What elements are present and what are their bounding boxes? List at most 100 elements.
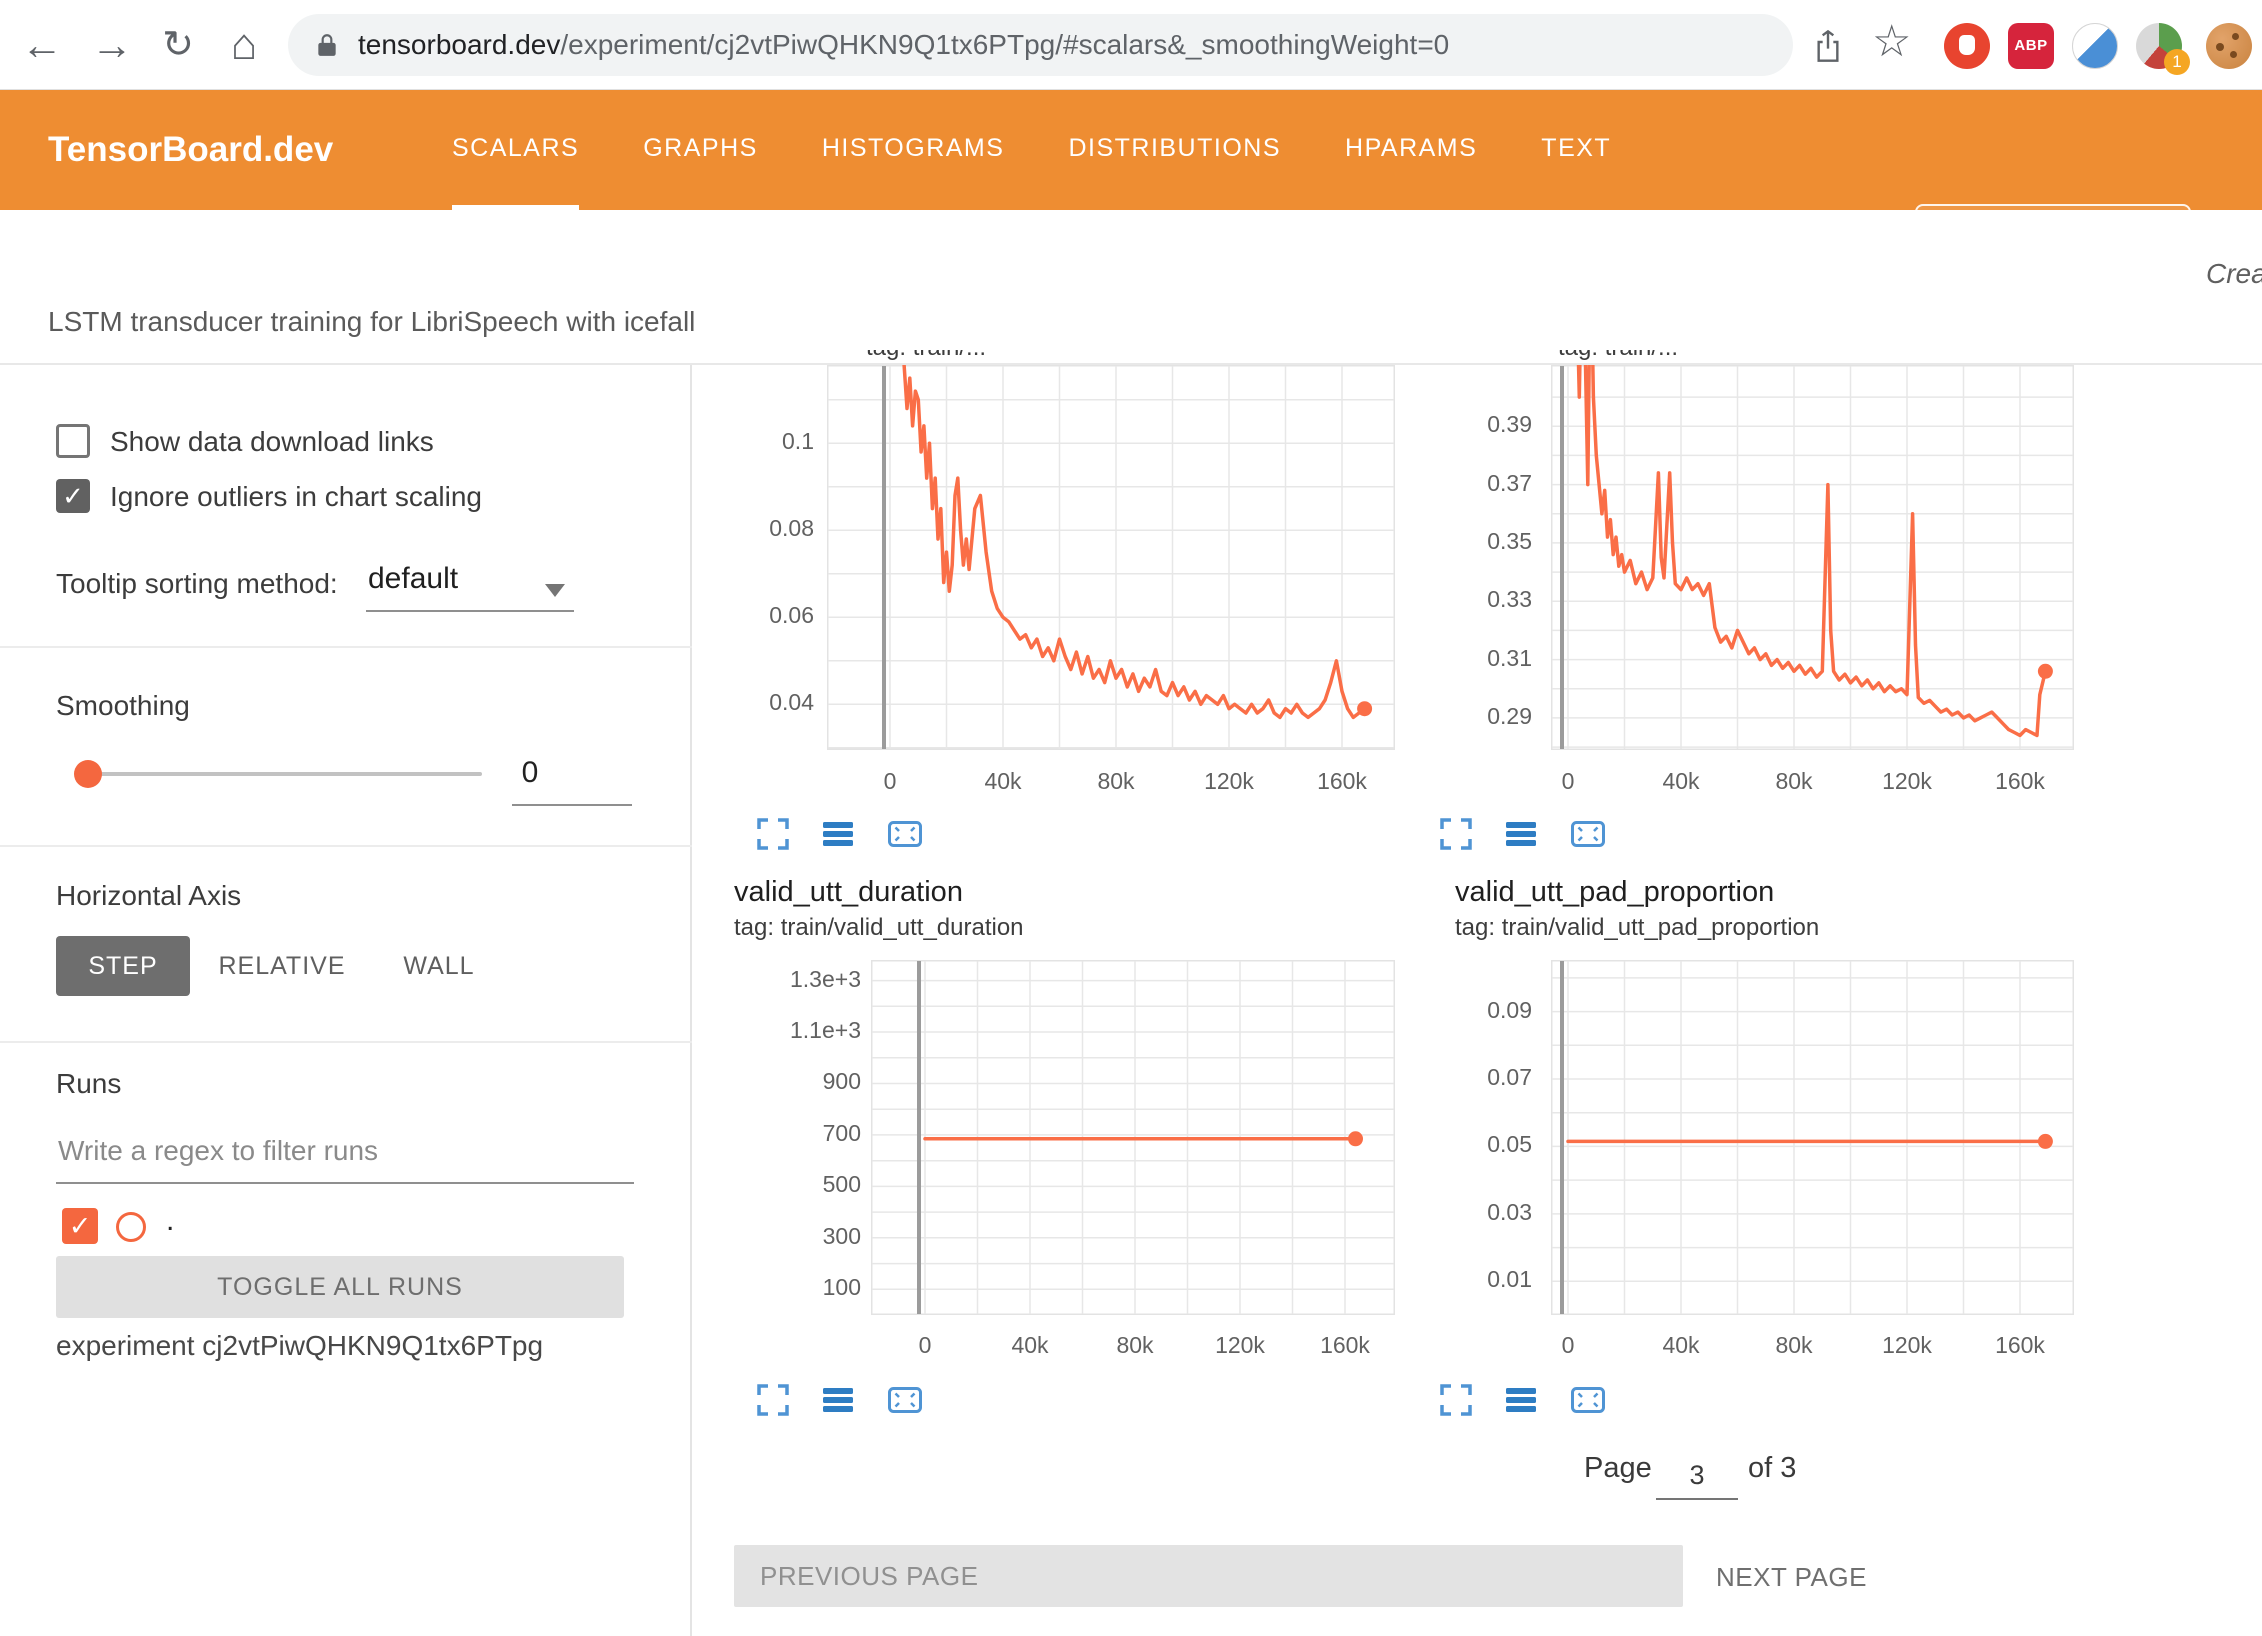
series-end-dot [1348,1131,1363,1146]
chart-title: valid_utt_pad_proportion [1455,876,1774,909]
scalar-chart-plot[interactable] [1551,960,2074,1315]
tab-text[interactable]: TEXT [1541,90,1611,210]
x-tick-label: 80k [1749,768,1839,795]
sidebar-divider [0,1041,692,1043]
forward-button[interactable]: → [84,0,140,90]
x-tick-label: 160k [1300,1332,1390,1359]
expand-chart-icon[interactable] [1438,816,1478,856]
url-bar[interactable]: tensorboard.dev/experiment/cj2vtPiwQHKN9… [288,14,1793,76]
page-number-input[interactable]: 3 [1656,1460,1738,1491]
nav-tabs: SCALARS GRAPHS HISTOGRAMS DISTRIBUTIONS … [452,90,1611,210]
chevron-down-icon[interactable] [545,584,565,597]
x-tick-label: 160k [1975,768,2065,795]
axis-button-relative[interactable]: RELATIVE [202,936,362,996]
toggle-runs-icon[interactable] [1503,816,1543,856]
toggle-runs-icon[interactable] [1503,1382,1543,1422]
y-tick-label: 0.09 [1422,997,1532,1024]
url-domain: tensorboard.dev [358,29,560,61]
run-color-swatch[interactable] [116,1212,146,1242]
tab-distributions[interactable]: DISTRIBUTIONS [1068,90,1281,210]
fit-domain-icon[interactable] [886,1382,926,1422]
y-tick-label: 0.04 [704,689,814,716]
fit-domain-icon[interactable] [1569,816,1609,856]
y-tick-label: 0.39 [1422,411,1532,438]
share-icon[interactable] [1812,28,1844,69]
x-tick-label: 120k [1195,1332,1285,1359]
x-tick-label: 120k [1862,768,1952,795]
tab-scalars[interactable]: SCALARS [452,90,579,210]
y-tick-label: 0.01 [1422,1266,1532,1293]
tooltip-sorting-label: Tooltip sorting method: [56,568,338,600]
hand-icon [1959,35,1975,55]
y-tick-label: 300 [751,1223,861,1250]
sidebar-divider [0,646,692,648]
fit-domain-icon[interactable] [1569,1382,1609,1422]
x-tick-label: 160k [1297,768,1387,795]
chart-tag: tag: train/valid_utt_duration [734,914,1024,942]
expand-chart-icon[interactable] [1438,1382,1478,1422]
scalar-chart-plot[interactable] [1551,365,2074,750]
back-button[interactable]: ← [14,0,70,90]
clipped-chart-tag: tag: train/... [866,350,1206,363]
series-end-dot [2038,1134,2053,1149]
tab-graphs[interactable]: GRAPHS [643,90,758,210]
x-tick-label: 80k [1749,1332,1839,1359]
x-tick-label: 0 [845,768,935,795]
cookie-chip [2216,43,2224,51]
x-tick-label: 40k [985,1332,1075,1359]
cookie-chip [2230,51,2237,58]
scalar-chart-plot[interactable] [871,960,1395,1315]
smoothing-slider-track[interactable] [78,772,482,776]
y-tick-label: 1.3e+3 [751,966,861,993]
notification-badge: 1 [2164,49,2190,75]
adblock-extension-icon[interactable] [1944,23,1990,69]
cookie-chip [2232,33,2239,40]
home-button[interactable]: ⌂ [216,0,272,90]
y-tick-label: 0.08 [704,515,814,542]
runs-filter-input[interactable] [56,1128,630,1174]
browser-toolbar: ← → ↻ ⌂ tensorboard.dev/experiment/cj2vt… [0,0,2262,90]
tooltip-sorting-select[interactable]: default [368,562,458,596]
app-brand[interactable]: TensorBoard.dev [48,90,333,210]
experiment-description: LSTM transducer training for LibriSpeech… [48,306,695,338]
bookmark-star-icon[interactable]: ☆ [1872,16,1911,67]
series-end-dot [2038,664,2053,679]
axis-button-wall[interactable]: WALL [384,936,494,996]
y-tick-label: 500 [751,1171,861,1198]
extension-icon-blue[interactable] [2072,23,2118,69]
y-tick-label: 0.06 [704,602,814,629]
reload-button[interactable]: ↻ [150,0,206,90]
tab-histograms[interactable]: HISTOGRAMS [822,90,1005,210]
lock-icon [314,32,340,58]
fit-domain-icon[interactable] [886,816,926,856]
cookie-icon[interactable] [2206,23,2252,69]
horizontal-axis-label: Horizontal Axis [56,880,241,912]
tab-hparams[interactable]: HPARAMS [1345,90,1477,210]
extension-icon-pie[interactable]: 1 [2136,23,2182,69]
send-feedback-button[interactable]: SEND FEEDBACK [1915,204,2191,270]
expand-chart-icon[interactable] [755,816,795,856]
previous-page-button[interactable]: PREVIOUS PAGE [734,1545,1683,1607]
show-download-checkbox[interactable] [56,424,90,458]
axis-button-step[interactable]: STEP [56,936,190,996]
run-checkbox[interactable]: ✓ [62,1208,98,1244]
x-tick-label: 160k [1975,1332,2065,1359]
toggle-all-runs-button[interactable]: TOGGLE ALL RUNS [56,1256,624,1318]
toggle-runs-icon[interactable] [820,816,860,856]
next-page-button[interactable]: NEXT PAGE [1716,1562,1867,1593]
expand-chart-icon[interactable] [755,1382,795,1422]
y-tick-label: 0.05 [1422,1131,1532,1158]
y-tick-label: 0.03 [1422,1199,1532,1226]
smoothing-value-input[interactable]: 0 [500,756,560,790]
x-tick-label: 80k [1071,768,1161,795]
ignore-outliers-checkbox[interactable]: ✓ [56,479,90,513]
abp-extension-icon[interactable]: ABP [2008,23,2054,69]
y-tick-label: 0.1 [704,428,814,455]
toggle-runs-icon[interactable] [820,1382,860,1422]
smoothing-slider-thumb[interactable] [74,760,102,788]
page-number-underline [1656,1498,1738,1500]
y-tick-label: 100 [751,1274,861,1301]
x-tick-label: 40k [1636,768,1726,795]
y-tick-label: 0.33 [1422,586,1532,613]
scalar-chart-plot[interactable] [827,365,1395,750]
